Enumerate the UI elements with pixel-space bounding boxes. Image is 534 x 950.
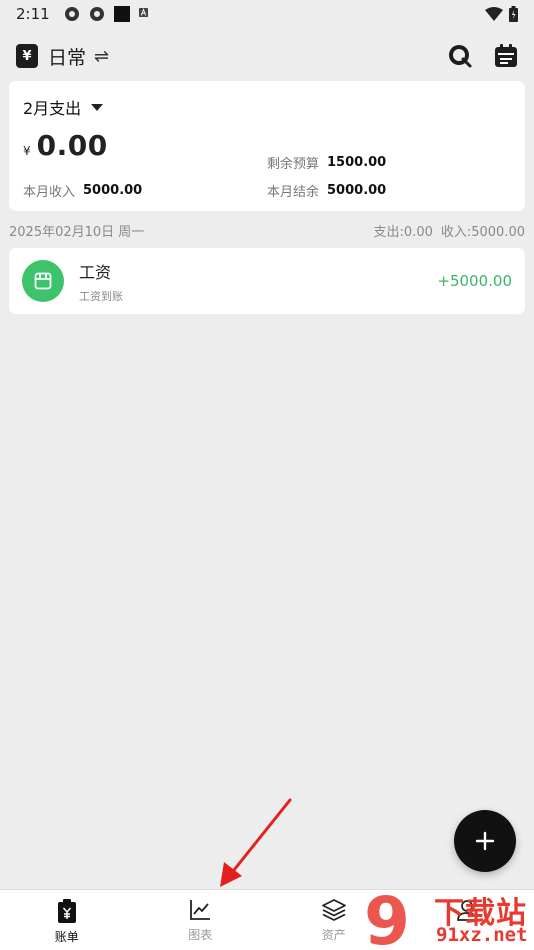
- ledger-book-icon[interactable]: ¥: [16, 44, 38, 68]
- day-income-total: 收入:5000.00: [440, 224, 525, 240]
- app-header: ¥ 日常 ⇌: [0, 36, 534, 76]
- caret-down-icon: [91, 103, 104, 111]
- watermark-logo-number: 9: [364, 886, 410, 950]
- balance-value: 5000.00: [327, 183, 387, 198]
- swap-ledger-icon[interactable]: ⇌: [94, 46, 109, 67]
- budget-left-value: 1500.00: [327, 155, 387, 170]
- app-notification-icon: [64, 7, 79, 21]
- plus-icon: [475, 831, 495, 851]
- day-totals: 支出:0.00 收入:5000.00: [374, 221, 525, 240]
- transaction-item[interactable]: 工资 工资到账 +5000.00: [9, 248, 525, 314]
- month-selector[interactable]: 2月支出: [23, 95, 511, 119]
- header-actions: [448, 44, 518, 68]
- nav-tab-charts[interactable]: 图表: [134, 890, 268, 950]
- balance-stat: 本月结余 5000.00: [267, 181, 386, 200]
- app-notification-icon: [89, 7, 104, 21]
- salary-category-icon: [22, 260, 64, 302]
- monthly-summary-card: 2月支出 ¥ 0.00 剩余预算 1500.00 本月收入 5000.00 本月…: [9, 81, 525, 211]
- nav-label: 资产: [321, 928, 346, 942]
- month-expense-amount: 0.00: [36, 129, 108, 162]
- nav-label: 账单: [54, 930, 79, 944]
- add-record-button[interactable]: [454, 810, 516, 872]
- transaction-title: 工资: [79, 262, 112, 282]
- nav-label: 图表: [188, 928, 213, 942]
- calendar-icon[interactable]: [494, 44, 518, 68]
- budget-left-label: 剩余预算: [267, 157, 320, 172]
- line-chart-icon: [190, 900, 211, 920]
- transaction-note: 工资到账: [79, 289, 123, 303]
- layers-icon: [321, 899, 346, 921]
- wifi-icon: [485, 7, 503, 21]
- currency-symbol: ¥: [23, 144, 31, 158]
- transaction-text: 工资 工资到账: [79, 259, 123, 304]
- transaction-amount: +5000.00: [437, 272, 512, 290]
- status-right: [485, 6, 518, 22]
- battery-icon: [509, 6, 518, 22]
- income-label: 本月收入: [23, 185, 76, 200]
- ledger-book-symbol: ¥: [22, 48, 32, 64]
- day-expense-total: 支出:0.00: [373, 224, 433, 240]
- site-watermark: 9 下载站 91xz.net: [360, 886, 534, 950]
- budget-left-stat: 剩余预算 1500.00: [267, 153, 386, 172]
- search-icon[interactable]: [448, 44, 472, 68]
- ledger-title[interactable]: 日常: [48, 43, 86, 70]
- day-group-header: 2025年02月10日 周一 支出:0.00 收入:5000.00: [9, 221, 525, 240]
- income-value: 5000.00: [83, 183, 143, 198]
- nav-tab-bills[interactable]: 账单: [0, 890, 134, 950]
- status-bar: 2:11: [0, 0, 534, 28]
- status-time: 2:11: [16, 5, 50, 23]
- font-a-icon: [138, 8, 148, 17]
- clipboard-yuan-icon: [57, 899, 76, 923]
- balance-label: 本月结余: [267, 185, 320, 200]
- day-date: 2025年02月10日 周一: [9, 224, 145, 240]
- income-stat: 本月收入 5000.00: [23, 181, 142, 200]
- black-square-icon: [113, 6, 130, 22]
- month-label: 2月支出: [23, 99, 82, 118]
- watermark-logo-icon: 9: [364, 886, 410, 950]
- watermark-url: 91xz.net: [436, 924, 528, 946]
